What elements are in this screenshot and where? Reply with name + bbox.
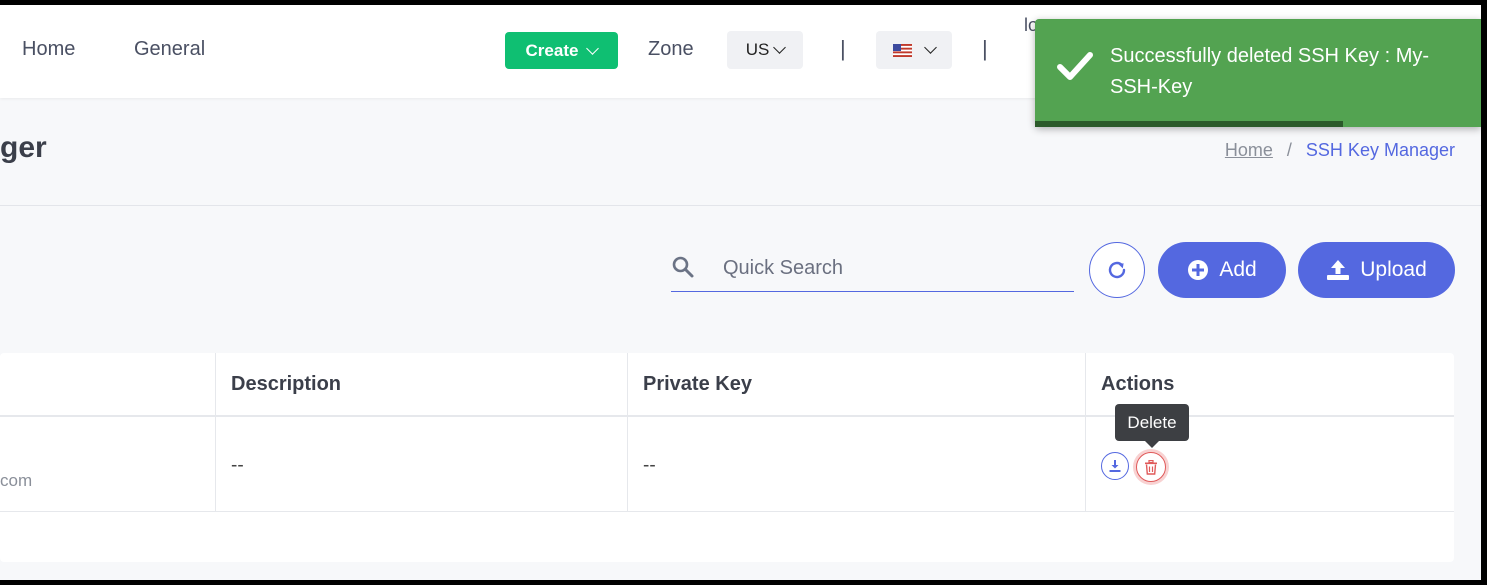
checkmark-icon [1057,52,1093,80]
plus-circle-icon [1188,260,1209,280]
page-title: ger [0,131,47,164]
region-select[interactable]: US [727,31,803,69]
us-flag-icon [893,43,912,57]
toast-message: Successfully deleted SSH Key : My-SSH-Ke… [1110,45,1430,98]
search-box [671,245,1074,292]
toast-progress-bar [1035,121,1343,127]
success-toast[interactable]: Successfully deleted SSH Key : My-SSH-Ke… [1035,19,1481,127]
app-frame: Home General Create Zone US | | lo ger H… [0,5,1481,580]
header-divider [0,205,1481,206]
chevron-down-icon [773,41,787,54]
add-button[interactable]: Add [1158,242,1286,298]
breadcrumb-home-link[interactable]: Home [1225,140,1273,161]
nav-separator: | [840,36,846,61]
breadcrumb: Home / SSH Key Manager [1225,140,1455,161]
header-row-divider [0,415,1454,417]
column-header-actions: Actions [1101,373,1175,395]
chevron-down-icon [586,41,600,55]
column-divider [627,353,628,511]
column-header-description: Description [231,373,342,395]
download-icon [1109,460,1121,472]
column-header-private-key: Private Key [643,373,752,395]
refresh-button[interactable] [1089,242,1145,298]
ssh-keys-table: Description Private Key Actions com -- -… [0,353,1454,562]
add-button-label: Add [1219,258,1257,281]
search-icon [672,256,694,278]
create-button-label: Create [525,40,579,60]
breadcrumb-separator: / [1286,140,1292,160]
nav-separator: | [982,36,988,61]
upload-icon [1327,260,1350,280]
trash-icon [1145,459,1157,475]
create-button[interactable]: Create [505,32,618,69]
refresh-icon [1108,261,1126,279]
download-button[interactable] [1101,452,1129,480]
chevron-down-icon [924,41,937,54]
region-value: US [745,40,770,59]
row-divider [0,511,1454,512]
row-description: -- [231,455,244,476]
row-private-key: -- [643,455,656,476]
delete-button[interactable] [1136,452,1166,482]
column-divider [215,353,216,511]
column-divider [1085,353,1086,511]
search-input[interactable] [721,253,1065,283]
upload-button[interactable]: Upload [1298,242,1455,298]
upload-button-label: Upload [1360,258,1427,281]
nav-general-link[interactable]: General [134,38,205,61]
nav-home-link[interactable]: Home [22,38,75,61]
breadcrumb-current: SSH Key Manager [1305,140,1455,160]
row-email: com [0,471,33,490]
language-select[interactable] [876,31,952,69]
zone-label: Zone [648,38,694,60]
delete-tooltip: Delete [1115,404,1189,448]
